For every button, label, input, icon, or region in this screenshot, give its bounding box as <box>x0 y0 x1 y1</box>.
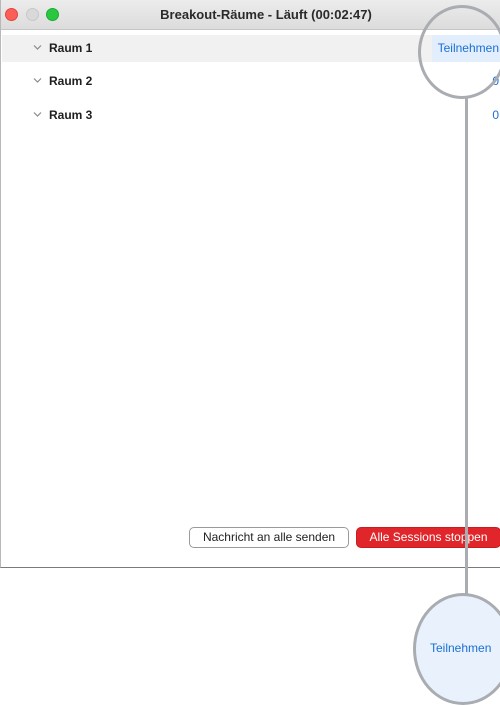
room-label: Raum 3 <box>49 108 93 122</box>
room-label: Raum 1 <box>49 41 93 55</box>
stop-all-sessions-button[interactable]: Alle Sessions stoppen <box>356 527 500 548</box>
magnified-join-label: Teilnehmen <box>430 641 492 655</box>
chevron-down-icon[interactable] <box>33 76 42 85</box>
breakout-rooms-window: Breakout-Räume - Läuft (00:02:47) Raum 1… <box>0 0 500 568</box>
room-row-3[interactable]: Raum 3 0 <box>2 102 500 129</box>
room-label: Raum 2 <box>49 74 93 88</box>
participant-count: 0 <box>492 108 499 122</box>
magnifier-ring-top <box>418 5 500 99</box>
magnifier-connector-line <box>465 98 468 594</box>
send-message-to-all-button[interactable]: Nachricht an alle senden <box>189 527 349 548</box>
chevron-down-icon[interactable] <box>33 110 42 119</box>
chevron-down-icon[interactable] <box>33 43 42 52</box>
